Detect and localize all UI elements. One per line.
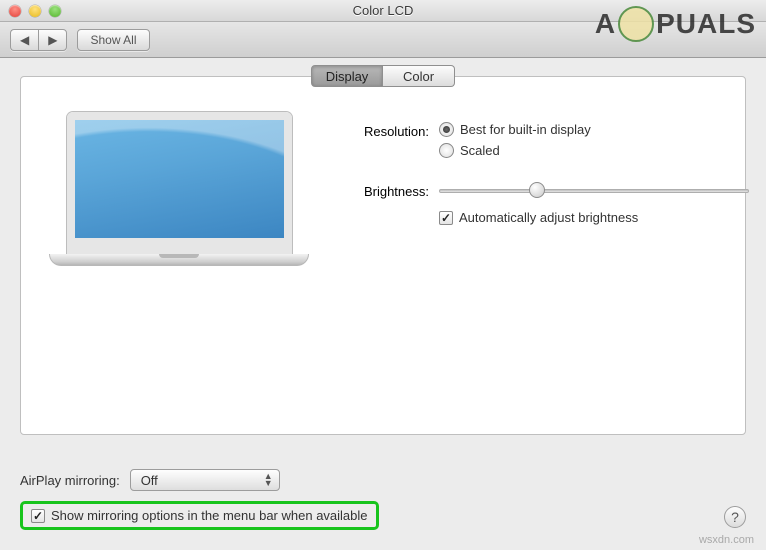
checkbox-label: Automatically adjust brightness	[459, 210, 638, 225]
radio-label: Scaled	[460, 143, 500, 158]
brightness-label: Brightness:	[339, 182, 439, 199]
airplay-value: Off	[141, 473, 158, 488]
airplay-label: AirPlay mirroring:	[20, 473, 120, 488]
radio-icon[interactable]	[439, 122, 454, 137]
show-mirroring-label: Show mirroring options in the menu bar w…	[51, 508, 368, 523]
resolution-row: Resolution: Best for built-in display Sc…	[339, 122, 749, 164]
content-pane: Display Color Resolution: Best for built…	[20, 76, 746, 435]
laptop-base-icon	[49, 254, 309, 266]
updown-arrows-icon: ▲▼	[264, 473, 273, 487]
nav-segment: ◀ ▶	[10, 29, 67, 51]
resolution-option-best[interactable]: Best for built-in display	[439, 122, 749, 137]
tab-bar: Display Color	[311, 65, 455, 87]
auto-brightness-checkbox[interactable]: Automatically adjust brightness	[439, 210, 749, 225]
slider-thumb[interactable]	[529, 182, 545, 198]
brightness-slider[interactable]	[439, 182, 749, 200]
show-mirroring-option[interactable]: Show mirroring options in the menu bar w…	[20, 501, 379, 530]
help-button[interactable]: ?	[724, 506, 746, 528]
mascot-icon	[618, 6, 654, 42]
resolution-label: Resolution:	[339, 122, 439, 139]
forward-button[interactable]: ▶	[38, 29, 67, 51]
airplay-row: AirPlay mirroring: Off ▲▼	[20, 469, 746, 491]
laptop-screen-icon	[67, 112, 292, 254]
tab-display[interactable]: Display	[311, 65, 383, 87]
watermark-text-a: A	[595, 8, 616, 40]
footer-source: wsxdn.com	[699, 534, 754, 546]
resolution-option-scaled[interactable]: Scaled	[439, 143, 749, 158]
checkbox-icon[interactable]	[31, 509, 45, 523]
airplay-popup[interactable]: Off ▲▼	[130, 469, 280, 491]
watermark-logo: A PUALS	[595, 6, 756, 42]
brightness-row: Brightness: Automatically adjust brightn…	[339, 182, 749, 225]
checkbox-icon[interactable]	[439, 211, 453, 225]
watermark-text-b: PUALS	[656, 8, 756, 40]
radio-label: Best for built-in display	[460, 122, 591, 137]
bottom-area: AirPlay mirroring: Off ▲▼ Show mirroring…	[20, 469, 746, 530]
show-all-button[interactable]: Show All	[77, 29, 149, 51]
radio-icon[interactable]	[439, 143, 454, 158]
slider-track	[439, 189, 749, 193]
back-button[interactable]: ◀	[10, 29, 38, 51]
settings-group: Resolution: Best for built-in display Sc…	[339, 112, 749, 282]
device-illustration	[49, 112, 309, 282]
tab-color[interactable]: Color	[383, 65, 455, 87]
